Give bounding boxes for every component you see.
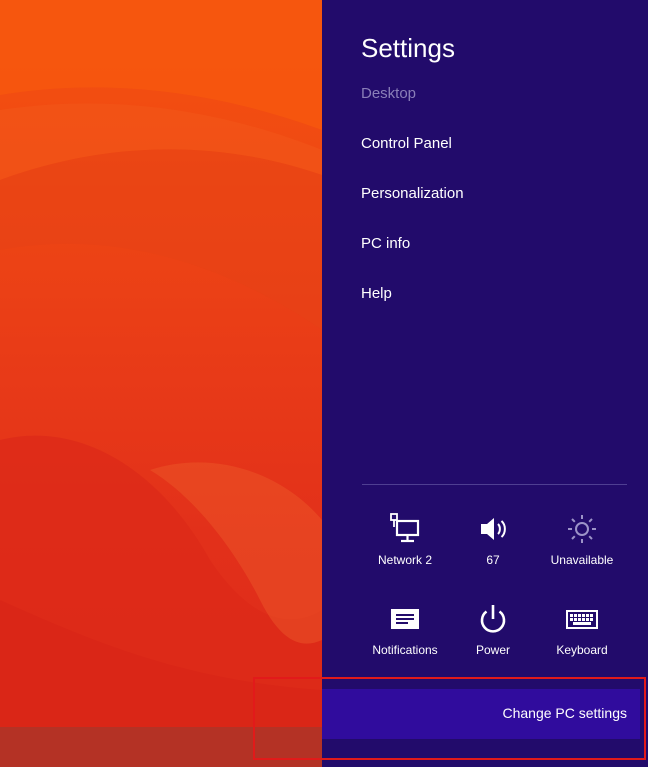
menu-item-pc-info[interactable]: PC info [361, 234, 410, 254]
change-pc-settings-label: Change PC settings [502, 705, 627, 721]
pane-title: Settings [361, 33, 455, 63]
notifications-icon [391, 609, 419, 629]
wallpaper-waves [0, 0, 322, 767]
menu-item-control-panel[interactable]: Control Panel [361, 134, 452, 154]
keyboard-tile[interactable]: Keyboard [532, 603, 632, 675]
brightness-tile[interactable]: Unavailable [532, 513, 632, 585]
menu-item-personalization[interactable]: Personalization [361, 184, 464, 204]
volume-tile[interactable]: 67 [443, 513, 543, 585]
keyboard-icon [566, 610, 598, 629]
network-tile[interactable]: Network 2 [355, 513, 455, 585]
screen: Settings Desktop Control Panel Personali… [0, 0, 648, 767]
taskbar[interactable] [0, 727, 322, 767]
volume-icon [481, 518, 506, 540]
settings-pane: Settings Desktop Control Panel Personali… [322, 0, 648, 767]
power-tile[interactable]: Power [443, 603, 543, 675]
menu-item-help[interactable]: Help [361, 284, 392, 304]
network-label: Network 2 [377, 553, 433, 567]
change-pc-settings-button[interactable]: Change PC settings [322, 689, 640, 739]
brightness-label: Unavailable [550, 553, 614, 567]
notifications-label: Notifications [372, 643, 438, 657]
brightness-icon [568, 515, 596, 543]
menu-item-desktop: Desktop [361, 85, 417, 102]
divider [362, 484, 627, 485]
power-icon [480, 605, 506, 633]
keyboard-label: Keyboard [556, 643, 608, 657]
notifications-tile[interactable]: Notifications [355, 603, 455, 675]
power-label: Power [475, 643, 510, 657]
network-icon [390, 513, 420, 543]
desktop-wallpaper [0, 0, 322, 767]
volume-label: 67 [486, 553, 500, 567]
